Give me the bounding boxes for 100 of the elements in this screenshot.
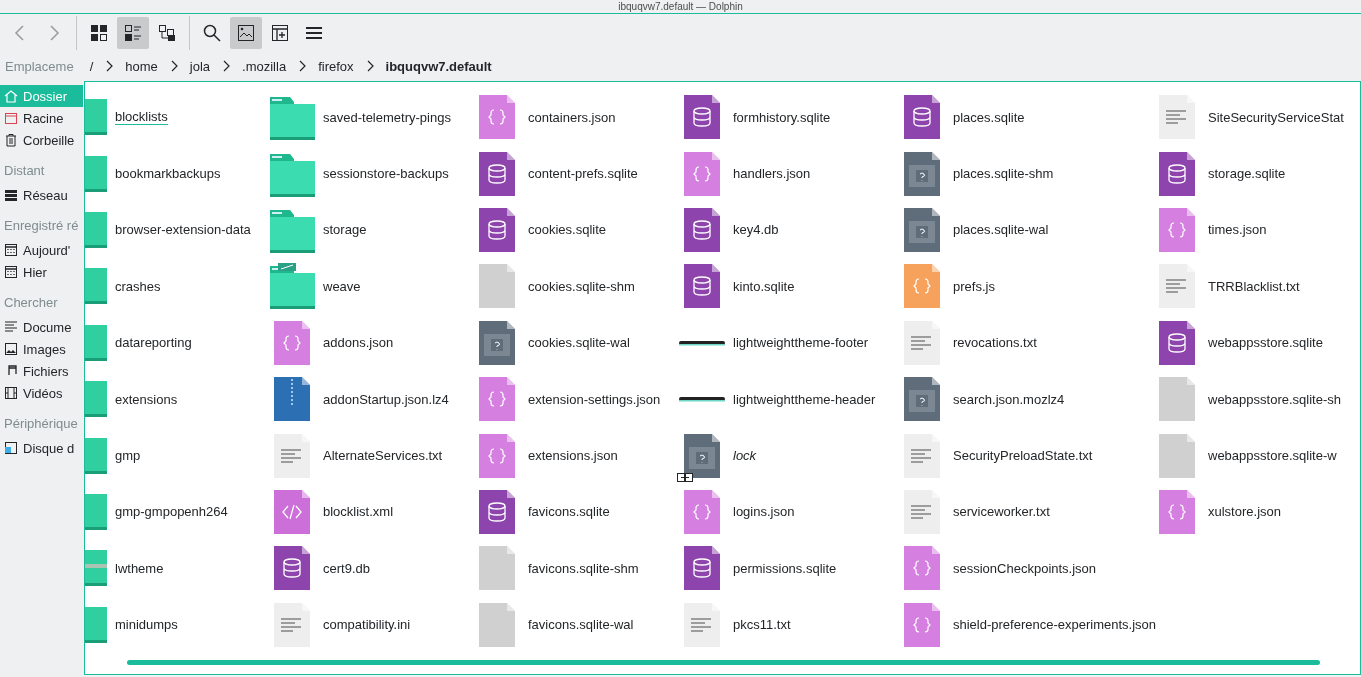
sidebar-item[interactable]: Docume — [0, 316, 83, 338]
file-item[interactable]: permissions.sqlite — [679, 540, 899, 597]
sidebar-item[interactable]: Images — [0, 338, 83, 360]
file-item[interactable]: cookies.sqlite-shm — [474, 258, 679, 315]
file-item[interactable]: revocations.txt — [899, 314, 1154, 371]
database-file-icon — [479, 489, 515, 534]
chevron-icon — [298, 60, 307, 72]
file-item[interactable]: search.json.mozlz4 — [899, 370, 1154, 428]
file-item[interactable]: gmp-gmpopenh264 — [85, 483, 269, 541]
breadcrumb-link[interactable]: .mozilla — [242, 58, 287, 74]
breadcrumb-link[interactable]: ibquqvw7.default — [385, 58, 492, 74]
file-item[interactable]: addons.json — [269, 314, 474, 371]
breadcrumb-link[interactable]: / — [89, 58, 94, 74]
breadcrumb-link[interactable]: jola — [189, 58, 211, 74]
file-item[interactable]: favicons.sqlite — [474, 483, 679, 541]
compact-view-icon — [123, 23, 143, 43]
file-item[interactable]: sessionCheckpoints.json — [899, 540, 1154, 597]
folder-icon — [85, 268, 107, 305]
file-item[interactable]: xulstore.json — [1154, 483, 1360, 541]
file-item[interactable]: times.json — [1154, 201, 1360, 259]
file-item[interactable]: webappsstore.sqlite — [1154, 314, 1360, 371]
file-item[interactable]: pkcs11.txt — [679, 596, 899, 653]
file-item[interactable]: lightweighttheme-header — [679, 370, 899, 428]
file-item[interactable]: formhistory.sqlite — [679, 89, 899, 146]
file-item[interactable]: prefs.js — [899, 258, 1154, 315]
compact-button[interactable] — [117, 17, 149, 49]
file-item[interactable]: cookies.sqlite-wal — [474, 314, 679, 371]
file-item[interactable]: gmp — [85, 427, 269, 484]
file-item[interactable]: cookies.sqlite — [474, 201, 679, 259]
file-item[interactable]: cert9.db — [269, 540, 474, 597]
folder-icon — [85, 550, 107, 587]
link-emblem-icon — [677, 472, 693, 482]
file-item[interactable]: TRRBlacklist.txt — [1154, 258, 1360, 315]
file-item[interactable]: key4.db — [679, 201, 899, 259]
file-item[interactable]: weave — [269, 258, 474, 315]
file-item[interactable]: handlers.json — [679, 145, 899, 202]
file-item[interactable]: extensions — [85, 370, 269, 428]
file-item[interactable]: lwtheme — [85, 540, 269, 597]
file-item[interactable]: storage — [269, 201, 474, 259]
section-heading: Enregistré ré — [3, 217, 80, 235]
breadcrumb-link[interactable]: home — [125, 58, 158, 74]
sidebar-item[interactable]: Disque d — [0, 437, 83, 459]
file-item[interactable]: places.sqlite — [899, 89, 1154, 146]
file-item[interactable]: addonStartup.json.lz4 — [269, 370, 474, 428]
file-item[interactable]: storage.sqlite — [1154, 145, 1360, 202]
file-item[interactable]: logins.json — [679, 483, 899, 541]
file-item[interactable]: places.sqlite-wal — [899, 201, 1154, 259]
unknown-file-icon — [904, 207, 940, 252]
grid-view-icon — [89, 23, 109, 43]
sidebar-item[interactable]: Vidéos — [0, 382, 83, 404]
database-file-icon — [684, 95, 720, 140]
folder-icon — [269, 94, 315, 141]
sidebar-item[interactable]: Hier — [0, 261, 83, 283]
section-heading: Périphérique — [3, 415, 79, 433]
file-item[interactable]: datareporting — [85, 314, 269, 371]
file-item[interactable]: blocklist.xml — [269, 483, 474, 541]
file-item[interactable]: crashes — [85, 258, 269, 315]
file-item[interactable]: AlternateServices.txt — [269, 427, 474, 484]
file-item[interactable]: SiteSecurityServiceStat — [1154, 89, 1360, 146]
sidebar-item[interactable]: Fichiers — [0, 360, 83, 382]
file-item[interactable]: favicons.sqlite-wal — [474, 596, 679, 653]
file-item[interactable]: bookmarkbackups — [85, 145, 269, 202]
sidebar-item[interactable]: Corbeille — [0, 129, 83, 151]
file-item[interactable]: blocklists — [85, 89, 269, 146]
file-item[interactable]: saved-telemetry-pings — [269, 89, 474, 146]
file-item[interactable]: browser-extension-data — [85, 201, 269, 259]
image-strip-icon — [679, 395, 725, 404]
file-item[interactable]: extension-settings.json — [474, 370, 679, 428]
file-item[interactable]: minidumps — [85, 596, 269, 653]
file-item[interactable]: serviceworker.txt — [899, 483, 1154, 541]
calendar-icon — [4, 265, 18, 279]
file-item[interactable]: webappsstore.sqlite-sh — [1154, 370, 1360, 428]
file-item[interactable]: places.sqlite-shm — [899, 145, 1154, 202]
file-item[interactable]: containers.json — [474, 89, 679, 146]
file-item[interactable]: sessionstore-backups — [269, 145, 474, 202]
video-icon — [4, 386, 18, 400]
sidebar-item[interactable]: Racine — [0, 107, 83, 129]
scrollbar[interactable] — [127, 659, 1320, 665]
breadcrumb-link[interactable]: firefox — [318, 58, 354, 74]
file-item[interactable]: SecurityPreloadState.txt — [899, 427, 1154, 484]
preview-button[interactable] — [230, 17, 262, 49]
sidebar-item[interactable]: Aujourd' — [0, 239, 83, 261]
file-item[interactable]: shield-preference-experiments.json — [899, 596, 1154, 653]
sidebar-item[interactable]: Réseau — [0, 184, 83, 206]
file-item[interactable]: extensions.json — [474, 427, 679, 484]
file-item[interactable]: webappsstore.sqlite-w — [1154, 427, 1360, 484]
text-file-icon — [904, 433, 940, 478]
database-file-icon — [1159, 151, 1195, 196]
file-item[interactable]: compatibility.ini — [269, 596, 474, 653]
unknown-file-icon — [904, 151, 940, 196]
file-item[interactable]: lock — [679, 427, 899, 484]
file-item[interactable]: lightweighttheme-footer — [679, 314, 899, 371]
file-item[interactable]: content-prefs.sqlite — [474, 145, 679, 202]
file-item[interactable]: kinto.sqlite — [679, 258, 899, 315]
database-file-icon — [684, 264, 720, 309]
json-file-icon — [1159, 489, 1195, 534]
text-file-icon — [1159, 95, 1195, 140]
blank-file-icon — [479, 602, 515, 647]
text-file-icon — [904, 489, 940, 534]
file-item[interactable]: favicons.sqlite-shm — [474, 540, 679, 597]
